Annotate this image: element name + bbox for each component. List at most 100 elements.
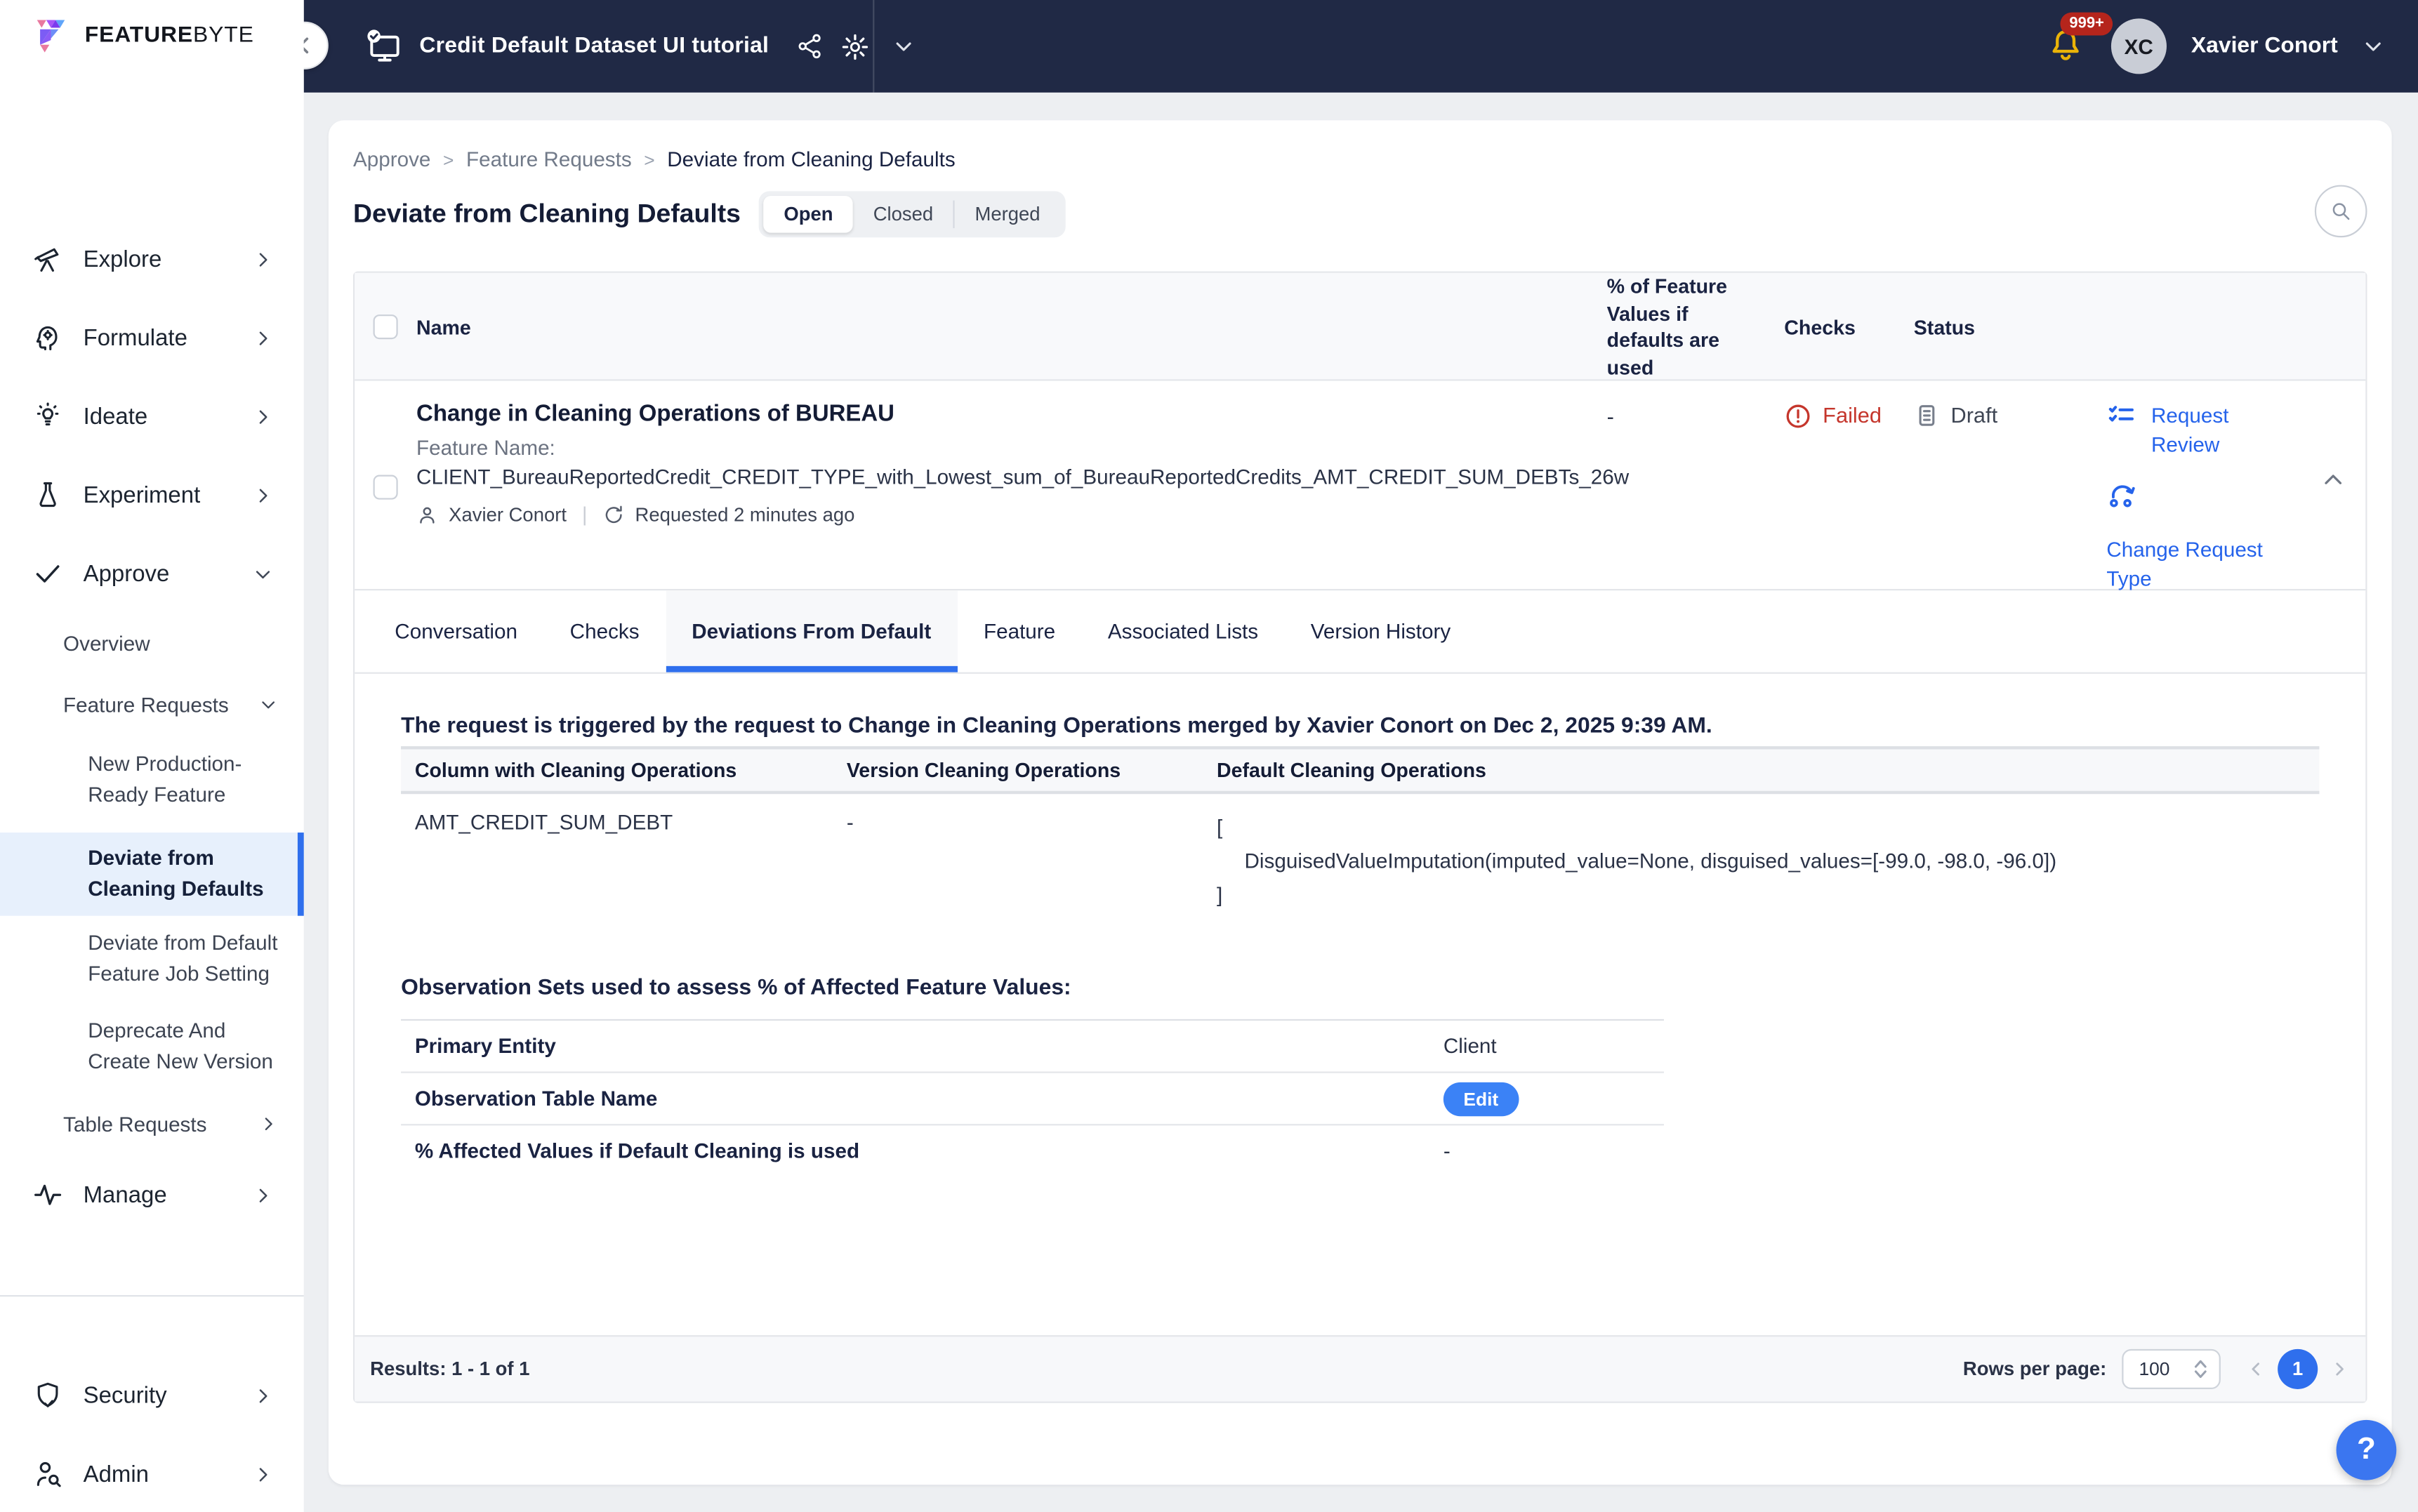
col-header-pct: % of Feature Values if defaults are used bbox=[1606, 274, 1728, 379]
breadcrumb-approve[interactable]: Approve bbox=[353, 148, 430, 171]
page-number-button[interactable]: 1 bbox=[2278, 1348, 2318, 1389]
deviations-table-header: Column with Cleaning Operations Version … bbox=[401, 746, 2320, 795]
chevron-down-icon bbox=[256, 570, 270, 578]
sidebar-item-explore[interactable]: Explore bbox=[0, 237, 304, 281]
content-card: Approve > Feature Requests > Deviate fro… bbox=[328, 120, 2392, 1485]
app-viewport: Credit Default Dataset UI tutorial 999+ … bbox=[0, 0, 2418, 1512]
share-icon[interactable] bbox=[795, 32, 823, 60]
dev-default-ops: [ DisguisedValueImputation(imputed_value… bbox=[1216, 815, 2057, 907]
chevron-down-icon[interactable] bbox=[892, 36, 914, 58]
detail-tabs: Conversation Checks Deviations From Defa… bbox=[355, 590, 2366, 674]
chevron-right-icon bbox=[259, 1388, 267, 1402]
select-all-checkbox[interactable] bbox=[373, 314, 398, 340]
breadcrumb-separator: > bbox=[644, 148, 655, 171]
sidebar-item-label: Ideate bbox=[83, 403, 148, 430]
pagination-footer: Results: 1 - 1 of 1 Rows per page: 100 1 bbox=[355, 1335, 2366, 1402]
sidebar-item-approve[interactable]: Approve bbox=[0, 552, 304, 595]
primary-entity-value: Client bbox=[1443, 1034, 1497, 1058]
notification-badge: 999+ bbox=[2060, 12, 2114, 36]
row-checkbox[interactable] bbox=[373, 475, 398, 500]
person-icon bbox=[420, 506, 435, 523]
search-button[interactable] bbox=[2314, 185, 2367, 238]
status-badge: Draft bbox=[1950, 402, 1998, 427]
sidebar-item-table-requests[interactable]: Table Requests bbox=[0, 1108, 304, 1139]
dev-col-header-default: Default Cleaning Operations bbox=[1216, 758, 1486, 782]
table-row[interactable]: Change in Cleaning Operations of BUREAU … bbox=[355, 381, 2366, 594]
avatar[interactable]: XC bbox=[2110, 18, 2167, 74]
results-count: Results: 1 - 1 of 1 bbox=[370, 1358, 530, 1380]
user-name: Xavier Conort bbox=[2191, 34, 2338, 59]
sidebar-item-deprecate-and-create-new-version[interactable]: Deprecate And Create New Version bbox=[0, 1016, 304, 1077]
filter-open[interactable]: Open bbox=[763, 195, 854, 233]
sidebar-item-ideate[interactable]: Ideate bbox=[0, 394, 304, 438]
tab-deviations-from-default[interactable]: Deviations From Default bbox=[665, 590, 958, 672]
breadcrumb-current: Deviate from Cleaning Defaults bbox=[667, 147, 956, 171]
change-type-icon bbox=[2110, 485, 2135, 508]
sidebar-item-new-production-ready-feature[interactable]: New Production-Ready Feature bbox=[0, 749, 304, 811]
table-header: Name % of Feature Values if defaults are… bbox=[355, 272, 2366, 381]
sidebar-item-deviate-from-cleaning-defaults[interactable]: Deviate from Cleaning Defaults bbox=[0, 833, 304, 916]
brand-text: FEATUREBYTE bbox=[84, 22, 254, 47]
sidebar-item-security[interactable]: Security bbox=[0, 1374, 304, 1417]
breadcrumb-feature-requests[interactable]: Feature Requests bbox=[466, 148, 632, 171]
affected-values-value: - bbox=[1443, 1139, 1451, 1163]
chevron-right-icon bbox=[259, 409, 267, 423]
lightbulb-icon bbox=[37, 402, 59, 426]
chevron-down-icon[interactable] bbox=[2363, 36, 2384, 58]
filter-merged[interactable]: Merged bbox=[955, 196, 1060, 233]
change-request-type-link[interactable]: Change Request Type bbox=[2106, 535, 2276, 593]
sidebar-item-experiment[interactable]: Experiment bbox=[0, 473, 304, 517]
prev-page-button[interactable] bbox=[2245, 1358, 2267, 1380]
next-page-button[interactable] bbox=[2329, 1358, 2351, 1380]
obs-row-primary-entity: Primary Entity Client bbox=[401, 1019, 1664, 1073]
tab-feature[interactable]: Feature bbox=[958, 590, 1082, 672]
sidebar-item-label: Experiment bbox=[83, 482, 201, 508]
tab-associated-lists[interactable]: Associated Lists bbox=[1082, 590, 1285, 672]
row-actions: Request Review Change Request Type bbox=[2052, 381, 2365, 594]
featurebyte-logo[interactable]: FEATUREBYTE bbox=[32, 14, 254, 55]
gear-icon[interactable] bbox=[840, 32, 869, 61]
monitor-check-icon bbox=[367, 29, 399, 62]
sidebar-item-feature-requests[interactable]: Feature Requests bbox=[0, 689, 304, 720]
notifications-button[interactable]: 999+ bbox=[2046, 12, 2114, 66]
project-switcher[interactable]: Credit Default Dataset UI tutorial bbox=[366, 0, 914, 93]
sidebar-item-label: Manage bbox=[83, 1181, 167, 1208]
chevron-right-icon bbox=[265, 1118, 272, 1131]
breadcrumb: Approve > Feature Requests > Deviate fro… bbox=[353, 148, 956, 171]
sidebar-item-deviate-from-default-feature-job-setting[interactable]: Deviate from Default Feature Job Setting bbox=[0, 928, 304, 990]
title-row: Deviate from Cleaning Defaults Open Clos… bbox=[353, 191, 1065, 238]
topbar: Credit Default Dataset UI tutorial 999+ … bbox=[280, 0, 2418, 93]
sidebar-item-admin[interactable]: Admin bbox=[0, 1452, 304, 1496]
chevron-right-icon bbox=[259, 1188, 267, 1202]
telescope-icon bbox=[34, 248, 59, 272]
sidebar-item-overview[interactable]: Overview bbox=[0, 628, 304, 658]
pagination-controls: Rows per page: 100 1 bbox=[1963, 1348, 2351, 1389]
chevron-up-icon[interactable] bbox=[2321, 467, 2346, 492]
feature-name: CLIENT_BureauReportedCredit_CREDIT_TYPE_… bbox=[416, 465, 1630, 489]
tab-version-history[interactable]: Version History bbox=[1284, 590, 1476, 672]
observation-sets-table: Primary Entity Client Observation Table … bbox=[401, 1019, 1664, 1176]
sidebar-item-label: Approve bbox=[83, 560, 170, 587]
main-content: Approve > Feature Requests > Deviate fro… bbox=[303, 92, 2418, 1512]
topbar-divider bbox=[873, 0, 875, 93]
shield-icon bbox=[37, 1382, 58, 1407]
obs-row-affected-values: % Affected Values if Default Cleaning is… bbox=[401, 1125, 1664, 1176]
edit-button[interactable]: Edit bbox=[1443, 1081, 1519, 1116]
request-meta: Xavier Conort | Requested 2 minutes ago bbox=[416, 503, 1607, 526]
rows-per-page-select[interactable]: 100 bbox=[2122, 1348, 2221, 1389]
head-gear-icon bbox=[36, 326, 58, 351]
tab-checks[interactable]: Checks bbox=[543, 590, 666, 672]
search-icon bbox=[2332, 203, 2350, 220]
sidebar-item-label: Formulate bbox=[83, 324, 187, 351]
select-spinner-icon bbox=[2194, 1360, 2207, 1379]
chevron-down-icon bbox=[262, 701, 275, 709]
sidebar-item-label: Admin bbox=[83, 1461, 150, 1487]
help-button[interactable]: ? bbox=[2336, 1419, 2397, 1480]
filter-closed[interactable]: Closed bbox=[853, 196, 953, 233]
request-review-link[interactable]: Request Review bbox=[2106, 401, 2365, 459]
checks-status: Failed bbox=[1823, 402, 1882, 427]
tab-conversation[interactable]: Conversation bbox=[369, 590, 543, 672]
col-header-checks: Checks bbox=[1784, 315, 1856, 339]
sidebar-item-formulate[interactable]: Formulate bbox=[0, 316, 304, 359]
sidebar-item-manage[interactable]: Manage bbox=[0, 1173, 304, 1216]
